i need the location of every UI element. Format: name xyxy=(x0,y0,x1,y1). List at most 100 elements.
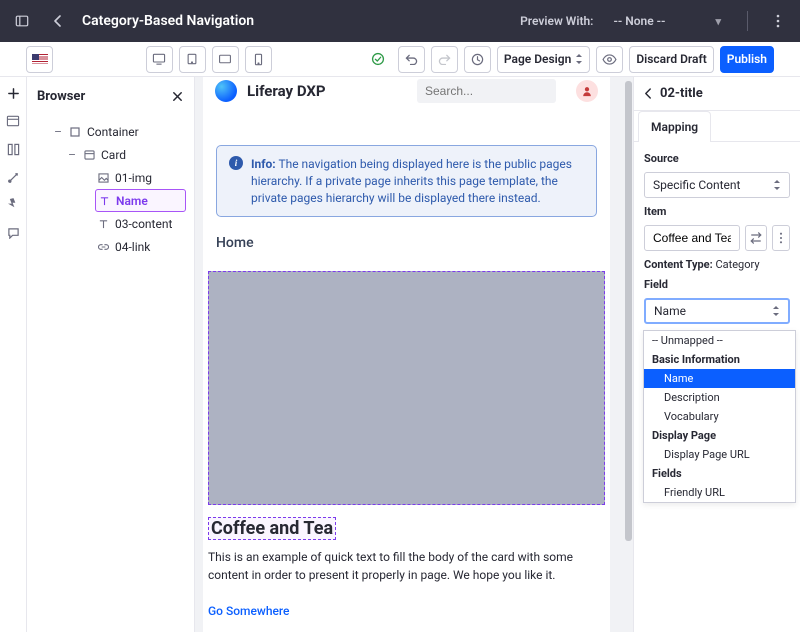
link-icon xyxy=(97,242,109,252)
kebab-menu-icon[interactable] xyxy=(766,9,790,33)
remap-button[interactable] xyxy=(745,225,767,251)
item-label: Item xyxy=(644,205,790,218)
redo-button[interactable] xyxy=(431,46,458,73)
card-body: Coffee and Tea This is an example of qui… xyxy=(203,505,610,632)
card-link[interactable]: Go Somewhere xyxy=(208,604,289,618)
tree-name[interactable]: Name xyxy=(95,189,186,212)
preview-with-value: -- None -- xyxy=(613,14,665,28)
collapse-icon[interactable]: – xyxy=(53,125,63,139)
topbar: Category-Based Navigation Preview With: … xyxy=(0,0,800,42)
dd-vocabulary[interactable]: Vocabulary xyxy=(644,407,795,426)
dd-unmapped[interactable]: -- Unmapped -- xyxy=(644,331,795,350)
preview-with-select[interactable]: -- None -- ▾ xyxy=(605,10,729,32)
tree: – Container – Card 01-img Name 03-conten… xyxy=(27,116,194,258)
source-select[interactable]: Specific Content xyxy=(644,172,790,198)
page-frame: Liferay DXP i Info: The navigation being… xyxy=(203,77,610,632)
discard-draft-button[interactable]: Discard Draft xyxy=(629,46,713,73)
scrollbar[interactable] xyxy=(625,81,632,628)
card-text: This is an example of quick text to fill… xyxy=(208,548,605,584)
image-icon xyxy=(97,173,109,183)
rail-browser-icon[interactable] xyxy=(5,113,21,129)
inspector-title: 02-title xyxy=(660,86,703,101)
dd-name[interactable]: Name xyxy=(644,369,795,388)
chevron-down-icon: ▾ xyxy=(715,16,721,27)
rail-rules-icon[interactable] xyxy=(5,197,21,213)
dd-display-page-url[interactable]: Display Page URL xyxy=(644,445,795,464)
dd-description[interactable]: Description xyxy=(644,388,795,407)
info-text: The navigation being displayed here is t… xyxy=(251,157,572,205)
dd-friendly-url[interactable]: Friendly URL xyxy=(644,483,795,502)
tree-04-link[interactable]: 04-link xyxy=(95,235,186,258)
info-icon: i xyxy=(229,156,243,170)
collapse-icon[interactable]: – xyxy=(67,148,77,162)
locale-button[interactable] xyxy=(26,46,53,73)
canvas: Liferay DXP i Info: The navigation being… xyxy=(195,77,633,632)
info-label: Info: xyxy=(251,157,276,171)
dd-fields: Fields xyxy=(644,464,795,483)
publish-label: Publish xyxy=(727,52,767,66)
rail-add-icon[interactable] xyxy=(5,85,21,101)
close-icon[interactable] xyxy=(171,90,184,103)
home-link[interactable]: Home xyxy=(203,217,610,257)
back-icon[interactable] xyxy=(644,88,652,99)
text-icon xyxy=(98,196,110,206)
info-banner: i Info: The navigation being displayed h… xyxy=(216,145,597,217)
tree-03-content-label: 03-content xyxy=(115,217,172,231)
tree-container-label: Container xyxy=(87,125,139,139)
page-design-label: Page Design xyxy=(504,52,571,66)
field-label: Field xyxy=(644,278,790,291)
viewport-landscape-button[interactable] xyxy=(212,46,239,73)
publish-button[interactable]: Publish xyxy=(720,46,774,73)
content-type-row: Content Type: Category xyxy=(644,258,790,271)
item-kebab-button[interactable] xyxy=(772,225,790,251)
viewport-tablet-button[interactable] xyxy=(179,46,206,73)
tab-mapping[interactable]: Mapping xyxy=(638,111,711,142)
source-value: Specific Content xyxy=(653,178,740,192)
tree-04-link-label: 04-link xyxy=(115,240,150,254)
item-input[interactable] xyxy=(644,225,740,251)
info-text-wrap: Info: The navigation being displayed her… xyxy=(251,156,584,206)
discard-draft-label: Discard Draft xyxy=(636,52,706,66)
content-type-label: Content Type: xyxy=(644,258,713,271)
search-field[interactable] xyxy=(425,84,580,98)
tree-card[interactable]: – Card xyxy=(65,143,186,166)
tree-name-label: Name xyxy=(116,194,148,208)
brand-logo xyxy=(215,80,237,102)
viewport-desktop-button[interactable] xyxy=(146,46,173,73)
page-title: Category-Based Navigation xyxy=(82,13,508,29)
scrollbar-thumb[interactable] xyxy=(625,81,632,541)
tree-container[interactable]: – Container xyxy=(51,120,186,143)
tree-card-label: Card xyxy=(101,148,126,162)
field-value: Name xyxy=(654,304,686,318)
card-icon xyxy=(83,150,95,160)
card-hero-image[interactable] xyxy=(208,271,605,505)
preview-button[interactable] xyxy=(596,46,623,73)
separator xyxy=(747,11,748,31)
rail-mapping-icon[interactable] xyxy=(5,141,21,157)
dd-basic-info: Basic Information xyxy=(644,350,795,369)
search-input[interactable] xyxy=(417,79,556,103)
card-title[interactable]: Coffee and Tea xyxy=(208,517,336,540)
field-select[interactable]: Name xyxy=(644,298,790,324)
history-button[interactable] xyxy=(464,46,491,73)
browser-panel: Browser – Container – Card 01-img xyxy=(27,77,195,632)
rail-comments-icon[interactable] xyxy=(5,225,21,241)
page-design-button[interactable]: Page Design xyxy=(497,46,590,73)
field-dropdown[interactable]: -- Unmapped -- Basic Information Name De… xyxy=(643,330,796,503)
preview-with-label: Preview With: xyxy=(520,14,593,28)
status-ok-icon[interactable] xyxy=(365,46,392,73)
tool-rail xyxy=(0,77,27,632)
viewport-phone-button[interactable] xyxy=(245,46,272,73)
back-icon[interactable] xyxy=(46,9,70,33)
panel-toggle-icon[interactable] xyxy=(10,9,34,33)
rail-design-icon[interactable] xyxy=(5,169,21,185)
inspector-panel: 02-title Mapping Source Specific Content… xyxy=(633,77,800,632)
tree-01-img[interactable]: 01-img xyxy=(95,166,186,189)
text-icon xyxy=(97,219,109,229)
tree-03-content[interactable]: 03-content xyxy=(95,212,186,235)
avatar[interactable] xyxy=(576,80,598,102)
workspace: Browser – Container – Card 01-img xyxy=(0,77,800,632)
undo-button[interactable] xyxy=(398,46,425,73)
item-field[interactable] xyxy=(653,231,731,245)
inspector-header: 02-title xyxy=(634,77,800,111)
